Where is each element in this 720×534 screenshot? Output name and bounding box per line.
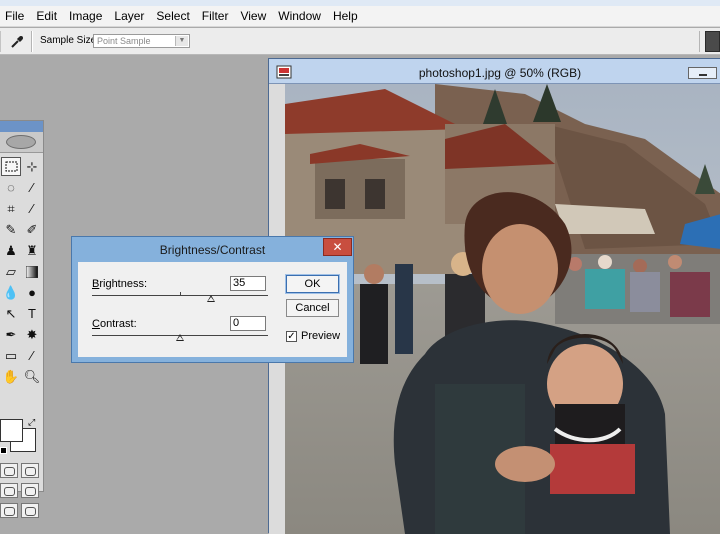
brightness-slider-thumb[interactable] (207, 295, 215, 302)
eyedropper-icon[interactable] (6, 31, 28, 52)
jump-to-imageready-icon[interactable] (0, 503, 18, 518)
contrast-label-rest: ontrast: (99, 318, 137, 330)
brightness-slider-center-tick (180, 292, 181, 296)
contrast-input[interactable]: 0 (230, 316, 266, 331)
lasso-icon[interactable]: ◌ (1, 178, 21, 197)
options-bar-grip[interactable] (0, 31, 4, 52)
brightness-label: Brightness: (92, 278, 147, 290)
gradient-icon[interactable] (22, 262, 42, 281)
quick-mask-icon[interactable] (21, 463, 39, 478)
brightness-contrast-dialog: Brightness/Contrast ✕ Brightness: 35 Con… (71, 236, 354, 363)
eyedropper-tool-icon[interactable]: ⁄ (22, 346, 42, 365)
default-colors-icon[interactable] (0, 447, 7, 454)
menu-file[interactable]: File (0, 6, 31, 27)
contrast-slider-thumb[interactable] (176, 334, 184, 341)
menu-layer[interactable]: Layer (109, 6, 151, 27)
move-icon[interactable]: ⊹ (22, 157, 42, 176)
hand-icon[interactable]: ✋ (1, 367, 21, 386)
brightness-input[interactable]: 35 (230, 276, 266, 291)
menu-filter[interactable]: Filter (197, 6, 236, 27)
screen-mode-full-icon[interactable] (21, 483, 39, 498)
sample-size-label: Sample Size: (40, 35, 99, 46)
slice-icon[interactable]: ∕ (22, 199, 42, 218)
screen-mode-standard-icon[interactable] (0, 483, 18, 498)
menu-image[interactable]: Image (64, 6, 109, 27)
options-bar: Sample Size: Point Sample ▼ (0, 28, 720, 55)
notes-icon[interactable]: ▭ (1, 346, 21, 365)
history-brush-icon[interactable]: ♜ (22, 241, 42, 260)
document-title: photoshop1.jpg @ 50% (RGB) (418, 66, 582, 80)
ok-button[interactable]: OK (285, 274, 340, 294)
path-selection-icon[interactable]: ↖ (1, 304, 21, 323)
eraser-icon[interactable]: ▱ (1, 262, 21, 281)
palette-well[interactable] (705, 31, 720, 52)
screen-mode-fullscreen-icon[interactable] (21, 503, 39, 518)
menu-bar: File Edit Image Layer Select Filter View… (0, 6, 720, 27)
options-separator-right (699, 31, 701, 52)
menu-window[interactable]: Window (273, 6, 328, 27)
minimize-button[interactable] (688, 67, 717, 79)
custom-shape-icon[interactable]: ✸ (22, 325, 42, 344)
pen-icon[interactable]: ✒ (1, 325, 21, 344)
clone-stamp-icon[interactable]: ♟ (1, 241, 21, 260)
brush-icon[interactable]: ✐ (22, 220, 42, 239)
magic-wand-icon[interactable]: ⁄ (22, 178, 42, 197)
menu-edit[interactable]: Edit (31, 6, 64, 27)
options-separator (31, 31, 33, 52)
cancel-button[interactable]: Cancel (286, 299, 339, 317)
tools-palette-titlebar[interactable] (0, 121, 43, 132)
type-icon[interactable]: T (22, 304, 42, 323)
document-titlebar[interactable]: photoshop1.jpg @ 50% (RGB) (269, 59, 720, 83)
crop-icon[interactable]: ⌗ (1, 199, 21, 218)
marquee-icon[interactable] (1, 157, 21, 176)
tools-palette: ⊹ ◌ ⁄ ⌗ ∕ ✎ ✐ ♟ ♜ ▱ 💧 ● ↖ T ✒ ✸ ▭ ⁄ ✋ 🔍︎… (0, 120, 44, 518)
chevron-down-icon: ▼ (175, 36, 188, 46)
menu-help[interactable]: Help (328, 6, 365, 27)
dialog-body: Brightness: 35 Contrast: 0 OK Cancel ✓ P… (78, 262, 347, 357)
contrast-label: Contrast: (92, 318, 137, 330)
sample-size-value: Point Sample (97, 36, 151, 46)
close-icon[interactable]: ✕ (323, 238, 352, 256)
zoom-icon[interactable]: 🔍︎ (22, 367, 42, 386)
foreground-color-swatch[interactable] (0, 419, 23, 442)
menu-select[interactable]: Select (151, 6, 196, 27)
dodge-icon[interactable]: ● (22, 283, 42, 302)
contrast-mnemonic: C (92, 318, 100, 330)
preview-label: Preview (301, 330, 341, 342)
healing-brush-icon[interactable]: ✎ (1, 220, 21, 239)
preview-checkbox[interactable]: ✓ (286, 331, 297, 342)
sample-size-select[interactable]: Point Sample ▼ (93, 34, 190, 48)
brightness-label-rest: rightness: (99, 278, 148, 290)
blur-icon[interactable]: 💧 (1, 283, 21, 302)
menu-view[interactable]: View (235, 6, 273, 27)
tools-palette-logo[interactable] (0, 132, 43, 153)
standard-mode-icon[interactable] (0, 463, 18, 478)
swap-colors-icon[interactable]: ⤢ (28, 417, 35, 428)
dialog-title[interactable]: Brightness/Contrast (72, 243, 353, 257)
